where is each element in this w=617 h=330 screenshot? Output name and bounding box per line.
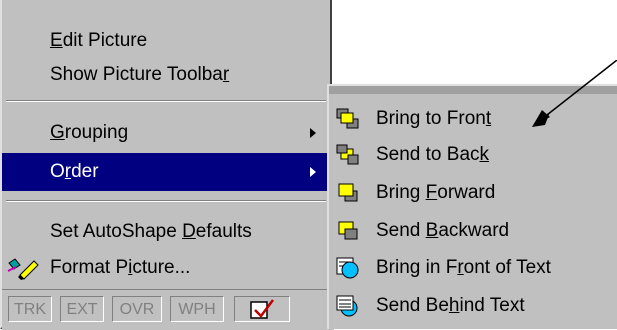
menu-item-label: Set AutoShape Defaults	[50, 221, 252, 242]
menu-item-label: Format Picture...	[50, 257, 191, 278]
submenu-item-label: Send to Back	[376, 144, 490, 165]
status-wph[interactable]: WPH	[170, 296, 224, 322]
format-picture-icon	[7, 258, 39, 280]
submenu-item-send-to-back[interactable]: Send to Back	[329, 136, 617, 174]
submenu-item-label: Bring to Front	[376, 108, 492, 129]
menu-item-show-picture-toolbar[interactable]: Show Picture Toolbar	[2, 56, 330, 94]
menu-separator	[6, 200, 326, 202]
annotation-arrow	[532, 60, 617, 127]
menu-item-set-autoshape-defaults[interactable]: Set AutoShape Defaults	[2, 213, 330, 251]
bring-in-front-of-text-icon	[336, 257, 359, 279]
submenu-item-bring-in-front-of-text[interactable]: Bring in Front of Text	[329, 249, 617, 287]
send-backward-icon	[338, 221, 358, 240]
menu-item-label: Order	[50, 161, 99, 182]
submenu-item-send-behind-text[interactable]: Send Behind Text	[329, 287, 617, 325]
menu-item-format-picture[interactable]: Format Picture...	[2, 249, 330, 287]
menu-item-edit-picture[interactable]: Edit Picture	[2, 22, 330, 60]
submenu-item-label: Send Behind Text	[376, 295, 525, 316]
menu-separator	[6, 100, 326, 102]
menu-item-label: Edit Picture	[50, 30, 148, 51]
submenu-item-send-backward[interactable]: Send Backward	[329, 212, 617, 250]
send-to-back-icon	[336, 144, 359, 165]
status-bar: TRK EXT OVR WPH	[2, 289, 334, 330]
context-menu: Edit Picture Show Picture Toolbar Groupi…	[0, 0, 334, 330]
status-ovr[interactable]: OVR	[112, 296, 162, 322]
submenu-item-bring-forward[interactable]: Bring Forward	[329, 174, 617, 212]
spelling-check-icon	[250, 299, 274, 319]
send-behind-text-icon	[336, 295, 358, 317]
bring-to-front-icon	[336, 108, 359, 129]
status-trk[interactable]: TRK	[8, 296, 52, 322]
status-spelling-box[interactable]	[234, 296, 290, 322]
menu-item-label: Grouping	[50, 122, 129, 143]
menu-item-label: Show Picture Toolbar	[50, 64, 230, 85]
bring-forward-icon	[338, 183, 358, 202]
submenu-arrow-icon	[310, 128, 316, 138]
submenu-arrow-icon	[310, 167, 316, 177]
status-ext[interactable]: EXT	[60, 296, 104, 322]
submenu-item-label: Bring in Front of Text	[376, 257, 551, 278]
submenu-item-label: Send Backward	[376, 220, 510, 241]
menu-item-grouping[interactable]: Grouping	[2, 114, 330, 152]
menu-item-order[interactable]: Order	[2, 153, 330, 191]
submenu-item-label: Bring Forward	[376, 182, 496, 203]
